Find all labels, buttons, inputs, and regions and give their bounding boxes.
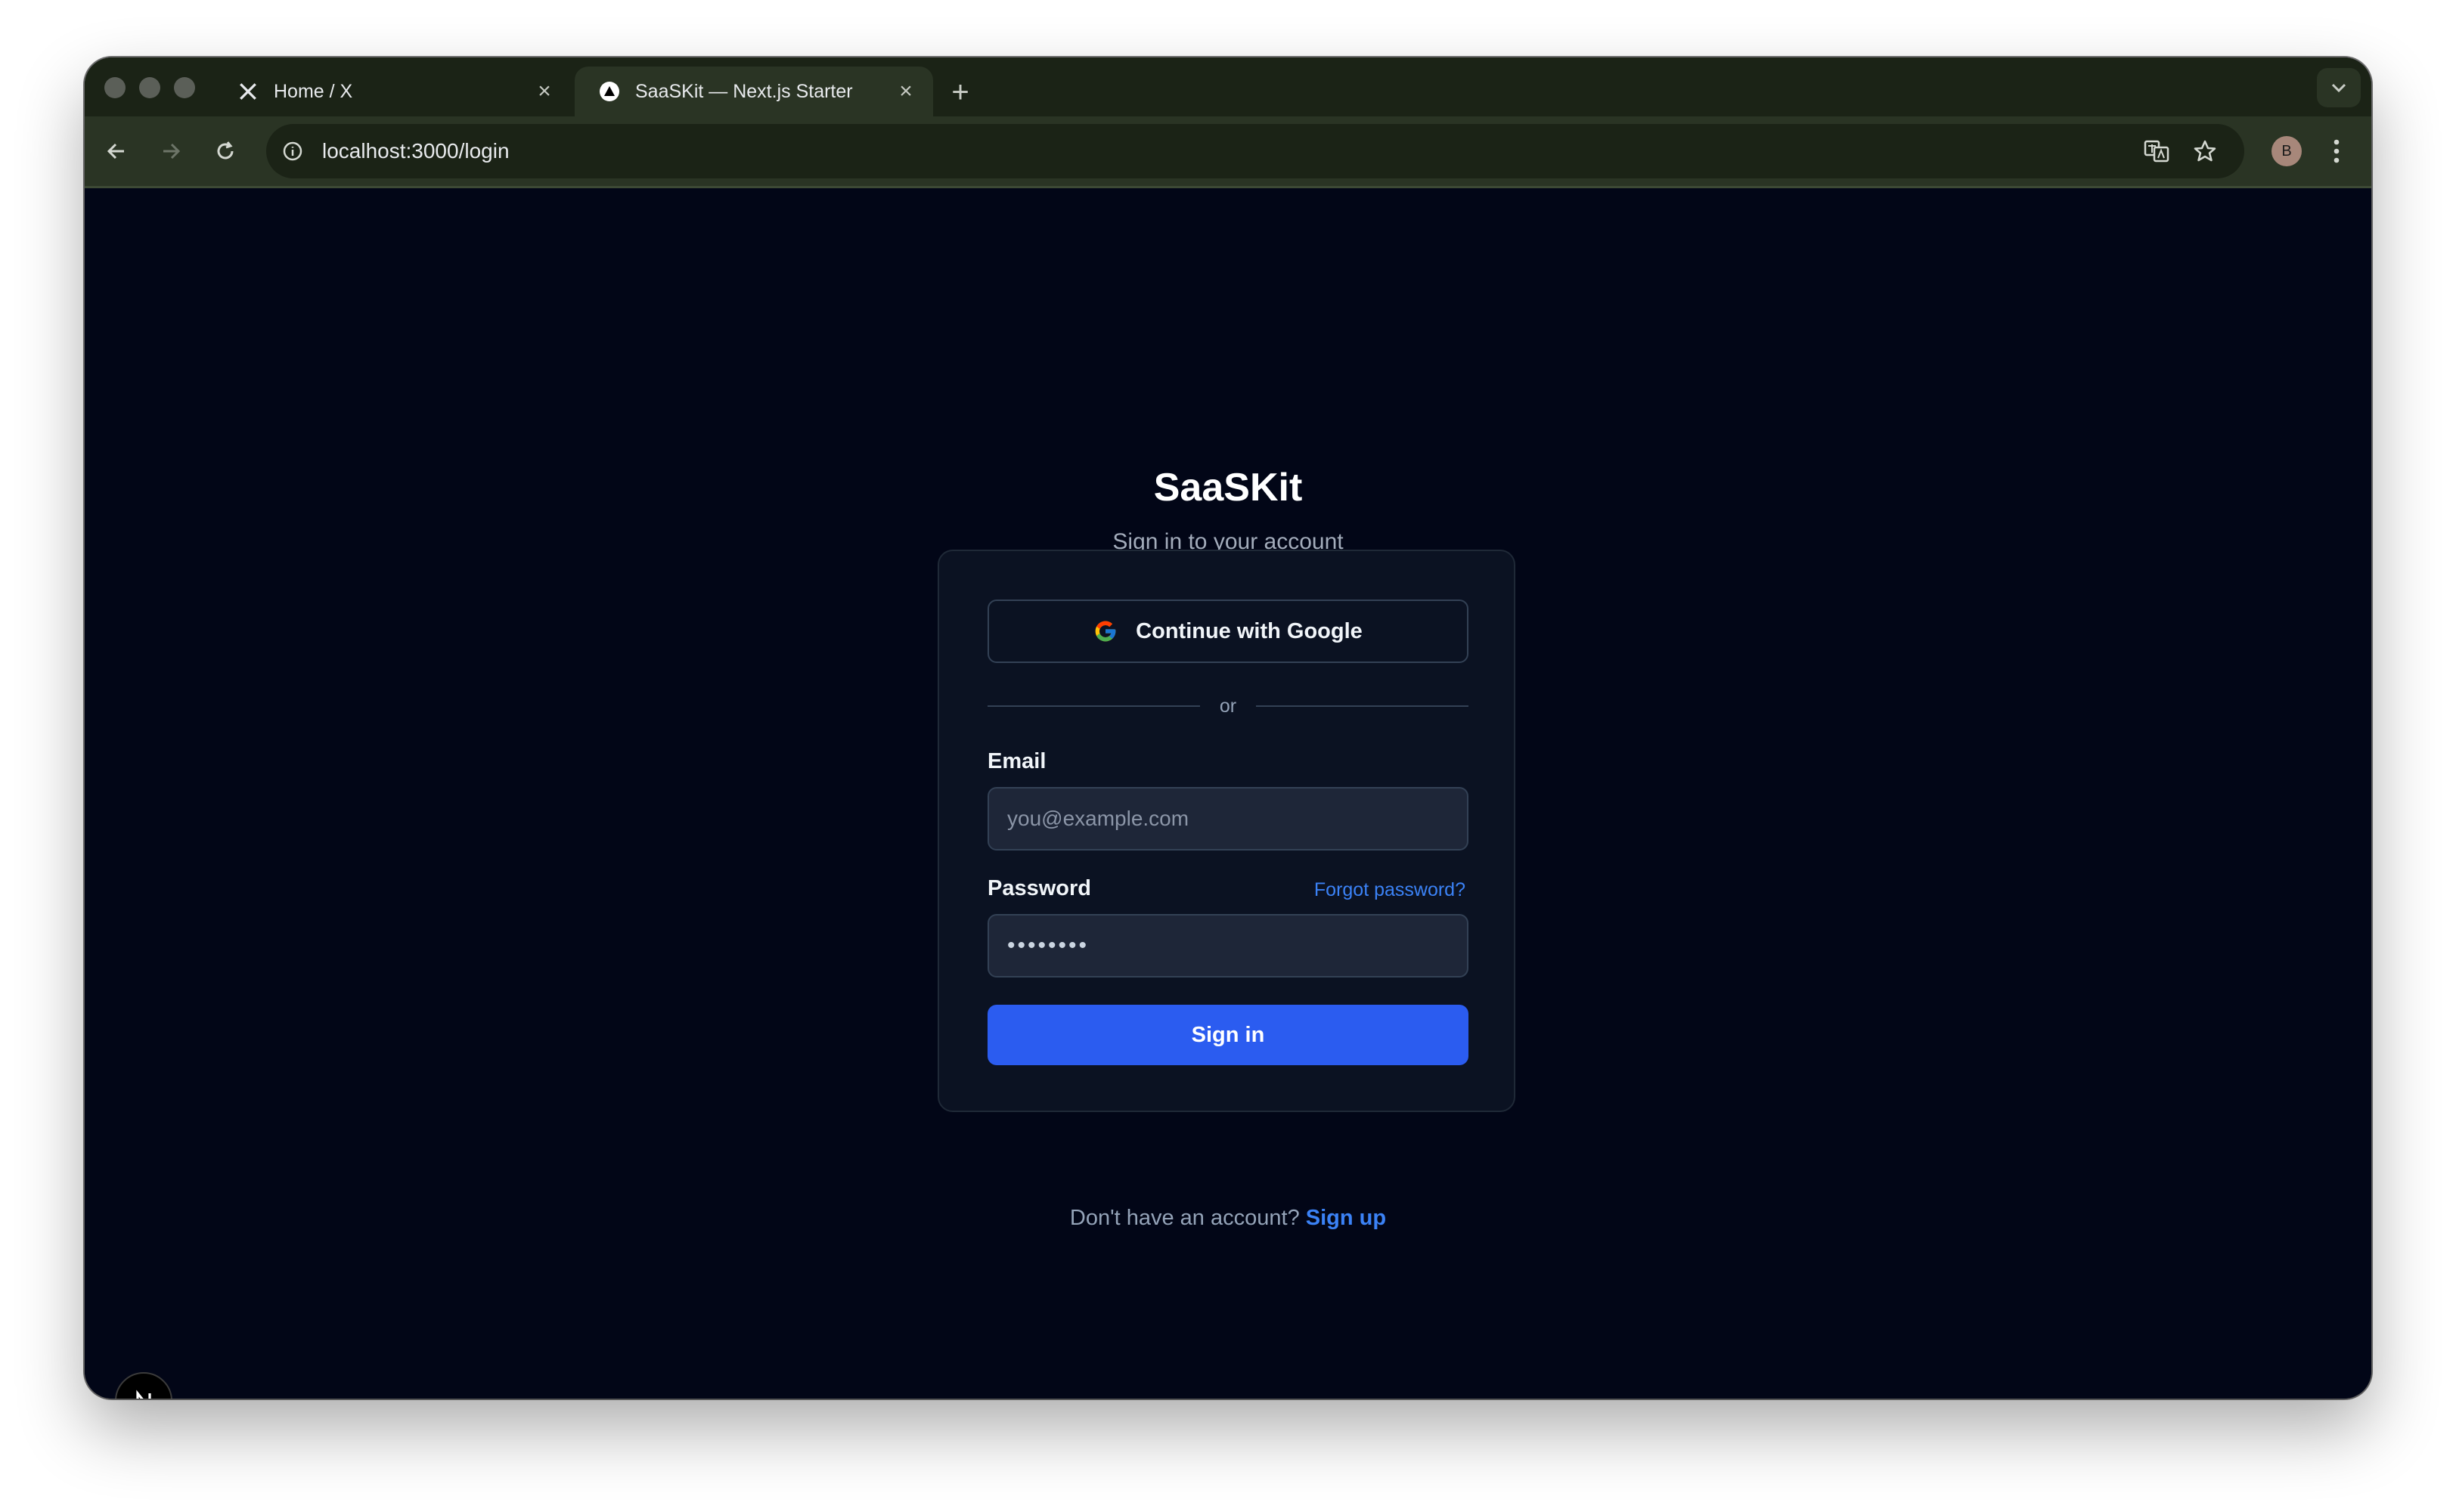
login-card: Continue with Google or Email you@exampl… [938, 550, 1515, 1112]
signup-prompt-text: Don't have an account? [1069, 1206, 1300, 1230]
password-field[interactable]: •••••••• [988, 914, 1468, 978]
tab-title: Home / X [274, 80, 353, 102]
password-label: Password [988, 876, 1091, 900]
nextjs-dev-indicator[interactable] [115, 1372, 172, 1399]
tab-title: SaaSKit — Next.js Starter [635, 80, 853, 102]
back-button[interactable] [97, 132, 136, 171]
brand-title: SaaSKit [1153, 466, 1303, 510]
sign-in-button[interactable]: Sign in [988, 1005, 1468, 1065]
sign-up-link[interactable]: Sign up [1306, 1206, 1386, 1230]
signup-prompt-row: Don't have an account? Sign up [85, 1206, 2371, 1231]
tab-search-button[interactable] [2317, 68, 2361, 107]
google-signin-button[interactable]: Continue with Google [988, 600, 1468, 663]
nextjs-logo-icon [136, 1390, 151, 1399]
browser-window: Home / X × SaaSKit — Next.js Starter × + [85, 57, 2371, 1399]
browser-toolbar: localhost:3000/login B [85, 116, 2371, 188]
close-window-button[interactable] [104, 77, 126, 98]
more-vertical-icon [2334, 139, 2340, 163]
bookmark-star-icon[interactable] [2188, 135, 2222, 168]
minimize-window-button[interactable] [139, 77, 160, 98]
divider-text: or [1219, 695, 1237, 717]
browser-menu-button[interactable] [2318, 133, 2355, 169]
google-logo-icon [1093, 619, 1118, 643]
email-label: Email [988, 749, 1047, 773]
address-bar[interactable]: localhost:3000/login [266, 124, 2244, 178]
reload-button[interactable] [206, 132, 245, 171]
chevron-down-icon [2331, 83, 2346, 93]
url-text: localhost:3000/login [322, 139, 510, 163]
x-logo-icon [237, 81, 259, 102]
close-tab-icon[interactable]: × [892, 78, 919, 105]
maximize-window-button[interactable] [174, 77, 195, 98]
reload-icon [217, 141, 234, 160]
tab-home-x[interactable]: Home / X × [213, 67, 572, 116]
tab-strip: Home / X × SaaSKit — Next.js Starter × + [85, 57, 2371, 116]
login-page: SaaSKit Sign in to your account Continue… [85, 188, 2371, 1399]
close-tab-icon[interactable]: × [531, 78, 558, 105]
forward-button[interactable] [151, 132, 191, 171]
translate-icon[interactable] [2140, 135, 2173, 168]
arrow-right-icon [163, 143, 181, 160]
tab-saaskit[interactable]: SaaSKit — Next.js Starter × [575, 67, 933, 116]
new-tab-button[interactable]: + [939, 71, 981, 113]
arrow-left-icon [107, 143, 124, 160]
forgot-password-link[interactable]: Forgot password? [1314, 879, 1465, 901]
or-divider: or [988, 695, 1469, 717]
email-field[interactable]: you@example.com [988, 787, 1468, 850]
site-info-icon[interactable] [281, 140, 304, 163]
vercel-triangle-icon [599, 81, 620, 102]
google-button-label: Continue with Google [1136, 618, 1363, 643]
profile-avatar[interactable]: B [2271, 136, 2302, 166]
